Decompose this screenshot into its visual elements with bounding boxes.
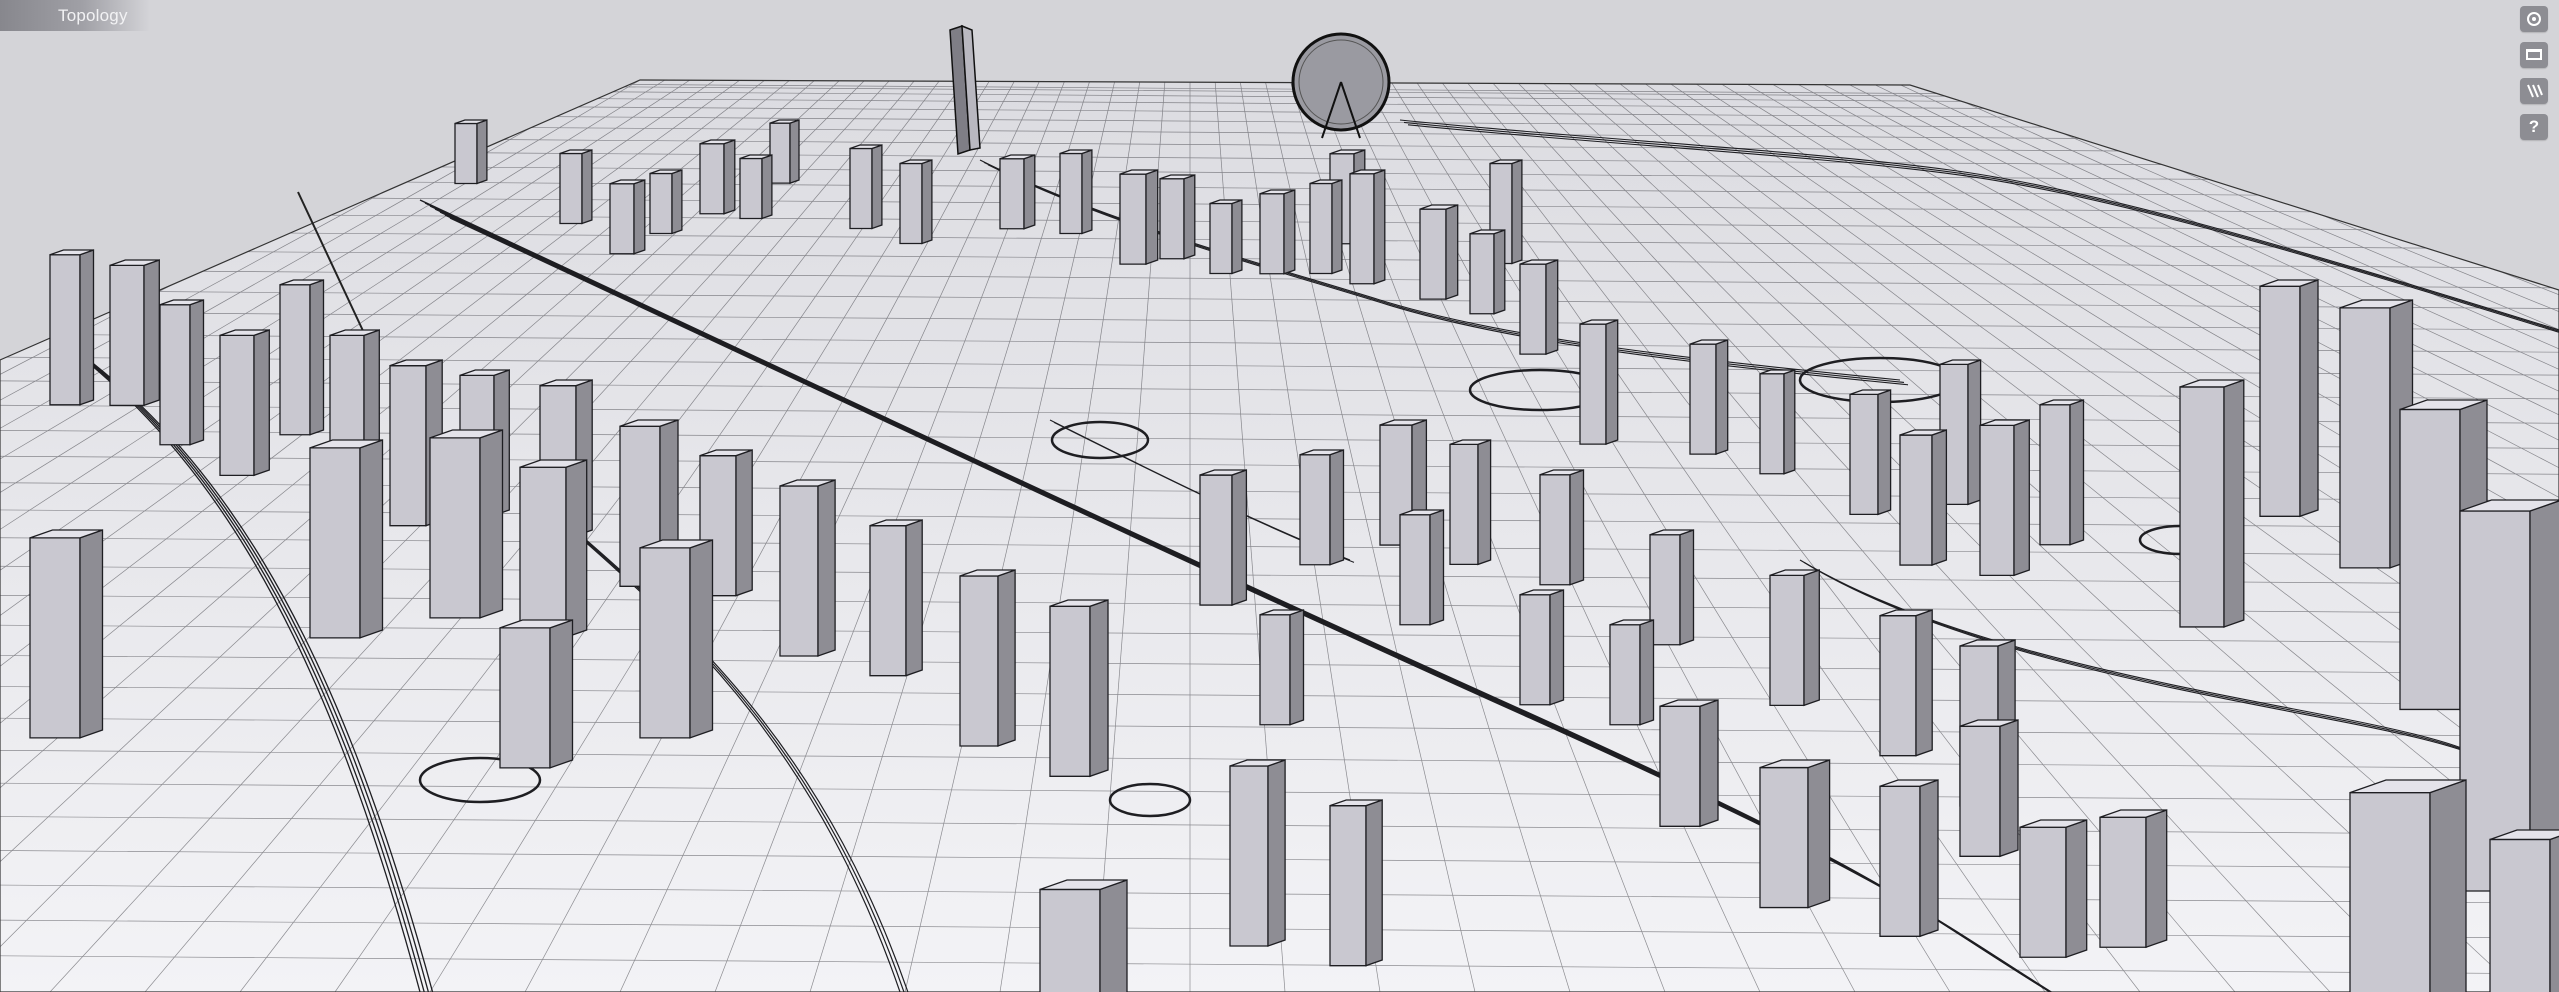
building-block bbox=[1759, 759, 1831, 909]
building-block bbox=[1309, 179, 1343, 275]
building-block bbox=[499, 619, 574, 769]
building-block bbox=[1449, 439, 1492, 566]
building-block bbox=[1609, 619, 1655, 726]
settings-icon bbox=[2527, 12, 2541, 26]
building-block bbox=[779, 479, 836, 657]
city-topology-scene[interactable] bbox=[0, 0, 2559, 992]
building-block bbox=[1519, 259, 1559, 356]
building-block bbox=[219, 329, 270, 477]
building-block bbox=[2349, 779, 2467, 992]
building-block bbox=[1419, 204, 1459, 301]
building-block bbox=[2039, 399, 2085, 546]
building-block bbox=[2489, 829, 2559, 992]
layers-icon bbox=[2527, 84, 2543, 98]
building-block bbox=[1049, 599, 1109, 778]
building-block bbox=[959, 569, 1016, 747]
building-block bbox=[639, 539, 714, 739]
help-icon: ? bbox=[2528, 117, 2540, 136]
building-block bbox=[1399, 509, 1445, 626]
building-block bbox=[2179, 379, 2245, 628]
building-block bbox=[899, 159, 933, 245]
building-block bbox=[999, 154, 1036, 230]
building-block bbox=[1229, 759, 1286, 947]
building-block bbox=[519, 459, 588, 639]
building-block bbox=[1879, 609, 1933, 757]
building-block bbox=[1299, 449, 1345, 566]
building-block bbox=[1769, 569, 1820, 707]
building-block bbox=[1579, 319, 1619, 446]
building-block bbox=[1759, 369, 1796, 475]
building-block bbox=[1259, 189, 1296, 275]
building-block bbox=[1519, 589, 1565, 706]
building-block bbox=[559, 149, 593, 225]
building-block bbox=[1209, 199, 1243, 275]
building-block bbox=[1959, 719, 2019, 858]
building-block bbox=[1059, 149, 1093, 235]
3d-viewport[interactable]: Topology ? bbox=[0, 0, 2559, 992]
building-block bbox=[869, 519, 923, 677]
building-block bbox=[1899, 429, 1948, 566]
building-block bbox=[454, 119, 488, 185]
settings-button[interactable] bbox=[2520, 6, 2548, 32]
building-block bbox=[1349, 169, 1386, 285]
building-block bbox=[769, 119, 800, 185]
building-block bbox=[29, 529, 104, 739]
building-block bbox=[1119, 169, 1159, 266]
building-block bbox=[849, 144, 883, 230]
building-block bbox=[649, 169, 683, 235]
building-block bbox=[429, 429, 504, 619]
building-block bbox=[1879, 779, 1939, 938]
monitor-icon bbox=[2526, 49, 2542, 60]
building-block bbox=[279, 279, 325, 436]
building-block bbox=[1539, 469, 1585, 586]
building-block bbox=[1159, 174, 1196, 260]
layers-button[interactable] bbox=[2520, 78, 2548, 104]
building-block bbox=[1199, 469, 1248, 606]
building-block bbox=[1649, 529, 1695, 646]
building-block bbox=[159, 299, 205, 446]
viewport-toolbar: ? bbox=[2515, 6, 2553, 140]
building-block bbox=[1039, 879, 1128, 992]
building-block bbox=[1659, 699, 1719, 828]
building-block bbox=[609, 179, 646, 255]
building-block bbox=[1329, 799, 1383, 967]
viewport-tab-topology[interactable]: Topology bbox=[0, 0, 150, 31]
building-block bbox=[309, 439, 384, 639]
building-block bbox=[2019, 819, 2088, 959]
building-block bbox=[1849, 389, 1892, 516]
building-block bbox=[2259, 279, 2319, 518]
building-block bbox=[1689, 339, 1729, 456]
building-block bbox=[109, 259, 160, 407]
building-block bbox=[1259, 609, 1305, 726]
building-block bbox=[49, 249, 95, 406]
display-button[interactable] bbox=[2520, 42, 2548, 68]
building-block bbox=[1979, 419, 2030, 577]
help-button[interactable]: ? bbox=[2520, 114, 2548, 140]
building-block bbox=[699, 139, 736, 215]
building-block bbox=[2099, 809, 2168, 949]
building-block bbox=[1469, 229, 1506, 315]
building-block bbox=[739, 154, 773, 220]
